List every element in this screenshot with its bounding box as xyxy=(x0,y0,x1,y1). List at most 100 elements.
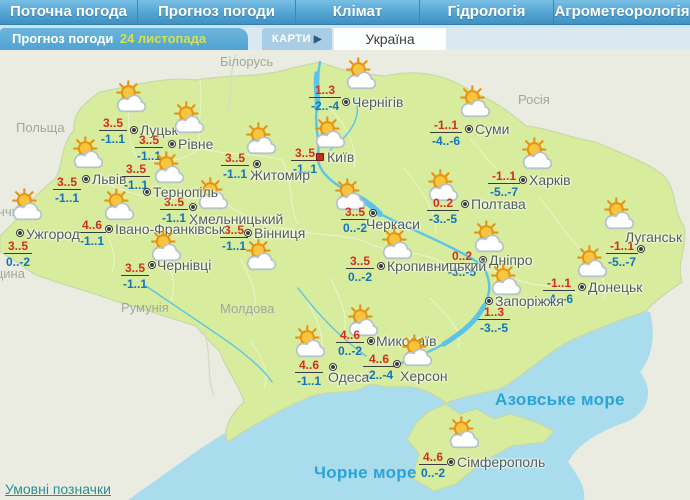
sun-cloud-icon xyxy=(486,263,526,297)
day-temp: 3..5 xyxy=(53,176,82,190)
night-temp: 0..-2 xyxy=(421,466,446,480)
tab-ukraine[interactable]: Україна xyxy=(334,28,446,50)
city-label[interactable]: Луганськ xyxy=(625,229,682,245)
city-marker xyxy=(485,297,493,305)
temperature-range: 3..5 0..-2 xyxy=(346,255,375,283)
sun-cloud-icon xyxy=(290,325,330,359)
city-label[interactable]: Рівне xyxy=(178,136,213,152)
night-temp: -1..1 xyxy=(80,234,105,248)
day-temp: 4..6 xyxy=(295,359,324,373)
night-temp: -3..-5 xyxy=(429,212,458,226)
day-temp: 4..6 xyxy=(363,353,396,367)
city-label[interactable]: Тернопіль xyxy=(153,184,218,200)
day-temp: -1..1 xyxy=(543,277,576,291)
main-nav: Поточна погода Прогноз погоди Клімат Гід… xyxy=(0,0,690,25)
day-temp: 3..5 xyxy=(4,240,33,254)
night-temp: -1..1 xyxy=(55,191,80,205)
city-marker xyxy=(637,245,645,253)
city-marker xyxy=(465,125,473,133)
sun-cloud-icon xyxy=(517,137,557,171)
day-temp: 3..5 xyxy=(135,134,164,148)
day-temp: 3..5 xyxy=(122,163,151,177)
day-temp: -1..1 xyxy=(488,170,521,184)
forecast-date: 24 листопада xyxy=(119,31,207,46)
city-marker xyxy=(447,458,455,466)
city-label[interactable]: Чернівці xyxy=(157,257,211,273)
temperature-range: 4..6 0..-2 xyxy=(336,329,365,358)
tab-forecast-active[interactable]: Прогноз погоди 24 листопада xyxy=(0,28,248,50)
day-temp: 3..5 xyxy=(121,262,150,276)
weather-portal-page: Поточна погода Прогноз погоди Клімат Гід… xyxy=(0,0,690,500)
city-label[interactable]: Житомир xyxy=(250,167,310,183)
sun-cloud-icon xyxy=(469,220,509,254)
city-label[interactable]: Вінниця xyxy=(254,225,305,241)
sun-cloud-icon xyxy=(149,151,189,185)
city-marker xyxy=(377,262,385,270)
legend-link[interactable]: Умовні позначки xyxy=(5,481,111,497)
maps-button[interactable]: КАРТИ ▶ xyxy=(262,28,332,50)
city-marker xyxy=(168,140,176,148)
city-label[interactable]: Херсон xyxy=(400,368,448,384)
nav-tab[interactable]: Гідрологія xyxy=(419,0,553,25)
temperature-range: 3..5 -1..1 xyxy=(160,196,189,224)
temperature-range: 4..6 -1..1 xyxy=(295,359,324,387)
temperature-range: 1..3 -3..-5 xyxy=(478,306,511,335)
day-temp: 0..2 xyxy=(427,197,460,211)
city-label[interactable]: Полтава xyxy=(471,196,526,212)
tab-forecast-label: Прогноз погоди xyxy=(12,31,114,46)
sea-label: Азовське море xyxy=(495,390,625,409)
city-marker xyxy=(578,283,586,291)
temperature-range: 1..3 -2..-4 xyxy=(309,84,342,113)
night-temp: -3..-5 xyxy=(480,321,509,335)
temperature-range: 4..6 0..-2 xyxy=(419,451,448,480)
city-label[interactable]: Чернігів xyxy=(352,94,403,110)
day-temp: 4..6 xyxy=(336,329,365,343)
city-marker xyxy=(82,175,90,183)
country-label: Білорусь xyxy=(220,54,274,69)
sun-cloud-icon xyxy=(241,122,281,156)
day-temp: -1..1 xyxy=(430,119,463,133)
nav-tab[interactable]: Поточна погода xyxy=(0,0,137,25)
sun-cloud-icon xyxy=(599,197,639,231)
city-marker xyxy=(143,188,151,196)
temperature-range: 0..2 -3..-5 xyxy=(427,197,460,226)
night-temp: 0..-2 xyxy=(6,255,31,269)
country-label: Румунія xyxy=(121,300,169,315)
sun-cloud-icon xyxy=(310,116,350,150)
city-marker xyxy=(461,200,469,208)
night-temp: -1..1 xyxy=(222,239,247,253)
city-marker xyxy=(393,360,401,368)
country-label: Молдова xyxy=(220,301,275,316)
nav-tab[interactable]: Агрометеорологія xyxy=(553,0,690,25)
city-marker xyxy=(519,176,527,184)
city-marker xyxy=(16,229,24,237)
nav-tab[interactable]: Клімат xyxy=(295,0,419,25)
sun-cloud-icon xyxy=(169,101,209,135)
sun-cloud-icon xyxy=(341,57,381,91)
night-temp: 0..-2 xyxy=(338,344,363,358)
city-label[interactable]: Харків xyxy=(529,172,571,188)
city-label[interactable]: Кропивницький xyxy=(387,258,486,274)
night-temp: -2..-4 xyxy=(365,368,394,382)
temperature-range: -1..1 -5..-7 xyxy=(488,170,521,198)
day-temp: 4..6 xyxy=(419,451,448,465)
day-temp: 3..5 xyxy=(221,152,250,166)
city-label[interactable]: Донецьк xyxy=(588,279,642,295)
city-label[interactable]: Ужгород xyxy=(26,226,80,242)
night-temp: -4..-6 xyxy=(432,134,461,148)
sun-cloud-icon xyxy=(7,188,47,222)
maps-button-label: КАРТИ xyxy=(271,33,311,45)
city-label[interactable]: Сімферополь xyxy=(457,454,545,470)
city-label[interactable]: Суми xyxy=(475,121,509,137)
city-label[interactable]: Запоріжжя xyxy=(495,293,564,309)
city-marker xyxy=(367,337,375,345)
night-temp: -2..-4 xyxy=(311,99,340,113)
city-label[interactable]: Київ xyxy=(327,149,354,165)
temperature-range: 3..5 -1..1 xyxy=(121,262,150,290)
sea-label: Чорне море xyxy=(314,463,417,482)
sun-cloud-icon xyxy=(397,334,437,368)
city-marker xyxy=(148,261,156,269)
country-label: Польща xyxy=(16,120,65,135)
country-label: Росія xyxy=(518,92,550,107)
nav-tab[interactable]: Прогноз погоди xyxy=(137,0,295,25)
